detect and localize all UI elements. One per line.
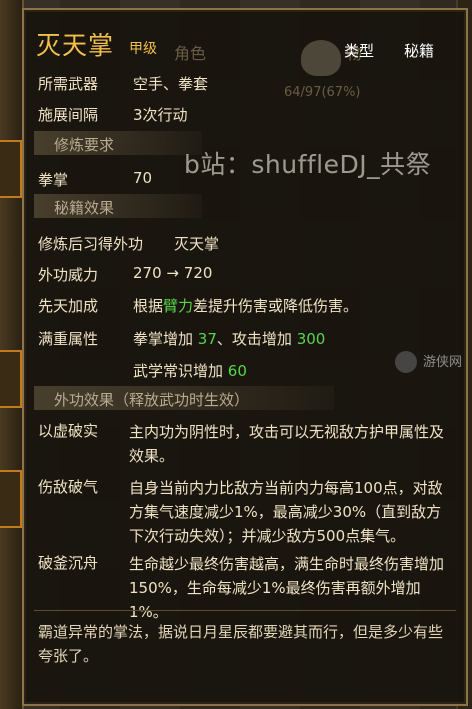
skill-effect-name: 伤敌破气 xyxy=(38,478,99,496)
full-value-line2: 武学常识增加 60 xyxy=(133,362,247,380)
tooltip-header: 角色 物 灭天掌 甲级 类型 秘籍 xyxy=(36,26,456,76)
skill-effect-desc: 自身当前内力比敌方当前内力每高100点，对敌方集气速度减少1%，最高减少30%（… xyxy=(129,479,443,545)
type-value: 秘籍 xyxy=(403,42,434,60)
power-label: 外功威力 xyxy=(38,266,99,284)
skill-tooltip: 角色 物 灭天掌 甲级 类型 秘籍 64/97(67%) 所需武器 空手、拳套 … xyxy=(22,8,468,706)
requirement-label: 拳掌 xyxy=(38,171,69,189)
skill-effect-name: 以虚破实 xyxy=(38,422,99,440)
type-label: 类型 xyxy=(343,42,374,60)
background-capacity: 64/97(67%) xyxy=(284,85,361,100)
full-label: 满重属性 xyxy=(38,330,99,348)
site-watermark: 游侠网 xyxy=(395,347,472,381)
left-tab[interactable] xyxy=(0,140,22,198)
skill-effect-name: 破釜沉舟 xyxy=(38,554,99,572)
skill-title: 灭天掌 xyxy=(36,31,115,60)
learn-value: 灭天掌 xyxy=(174,235,220,253)
learn-label: 修炼后习得外功 xyxy=(38,235,144,253)
stat-label: 所需武器 xyxy=(38,75,99,93)
power-value: 270 → 720 xyxy=(133,264,213,282)
background-tab-role: 角色 xyxy=(174,44,207,63)
requirement-value: 70 xyxy=(133,169,153,187)
skill-grade: 甲级 xyxy=(129,41,157,57)
innate-attribute: 臂力 xyxy=(163,297,194,315)
stat-label: 施展间隔 xyxy=(38,106,99,124)
stat-value: 空手、拳套 xyxy=(133,75,209,93)
left-tab[interactable] xyxy=(0,470,22,528)
section-header-effect: 秘籍效果 xyxy=(34,194,202,218)
innate-label: 先天加成 xyxy=(38,297,99,315)
stat-value: 3次行动 xyxy=(133,106,188,124)
full-value-line1: 拳掌增加 37、攻击增加 300 xyxy=(133,330,326,348)
skill-effect-desc: 主内功为阴性时，攻击可以无视敌方护甲属性及效果。 xyxy=(129,423,445,465)
bag-icon xyxy=(301,40,341,76)
innate-value: 根据臂力差提升伤害或降低伤害。 xyxy=(133,297,359,315)
left-tab[interactable] xyxy=(0,350,22,408)
site-logo-icon xyxy=(395,351,417,373)
flavor-divider xyxy=(34,610,456,611)
skill-effect-desc: 生命越少最终伤害越高，满生命时最终伤害增加150%，生命每减少1%最终伤害再额外… xyxy=(129,555,445,621)
flavor-text: 霸道异常的掌法，据说日月星辰都要避其而行，但是多少有些夸张了。 xyxy=(38,623,444,665)
section-header-skill-effect: 外功效果（释放武功时生效） xyxy=(34,386,334,410)
section-header-requirement: 修炼要求 xyxy=(34,131,202,155)
watermark: b站：shuffleDJ_共祭 xyxy=(184,150,432,179)
